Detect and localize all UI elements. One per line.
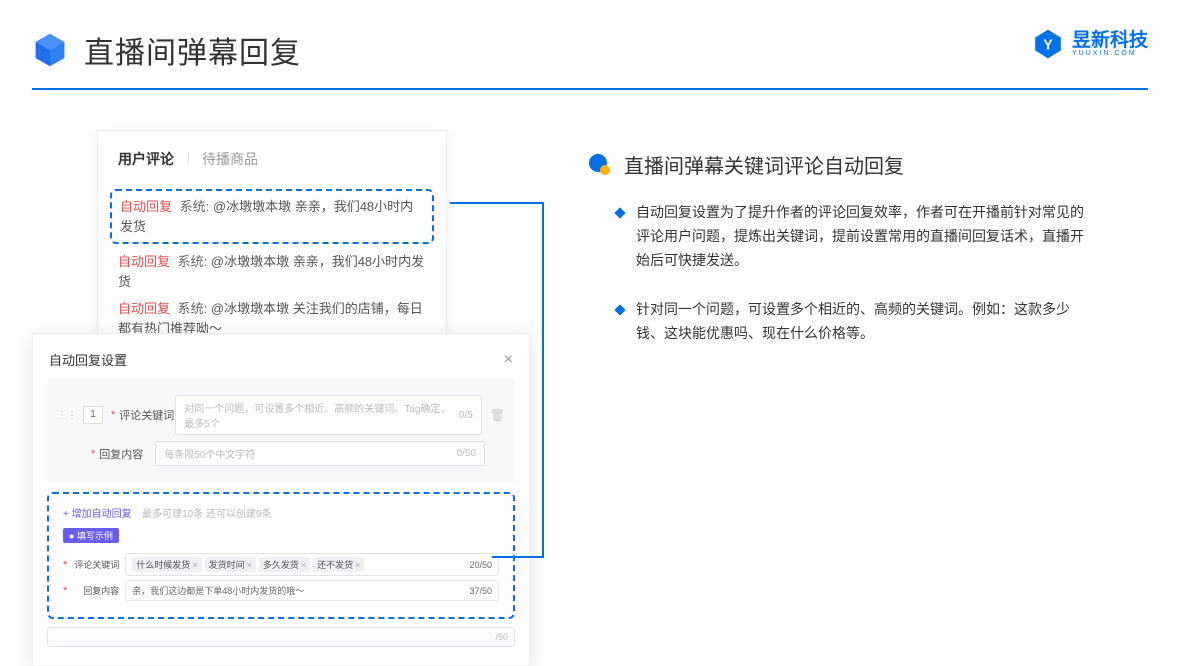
- keyword-chip[interactable]: 什么时候发货×: [132, 557, 201, 572]
- keyword-input[interactable]: 对同一个问题，可设置多个相近、高频的关键词。Tag确定，最多5个 0/5: [175, 395, 481, 435]
- add-hint: 最多可建10条 还可以创建9条: [142, 509, 271, 520]
- tab-products[interactable]: 待播商品: [202, 149, 258, 175]
- comment-row: 自动回复 系统: @冰墩墩本墩 亲亲，我们48小时内发货: [110, 189, 434, 244]
- brand-name: 昱新科技: [1072, 31, 1148, 50]
- example-badge: ● 填写示例: [63, 528, 119, 543]
- add-auto-reply-link[interactable]: + 增加自动回复: [63, 509, 132, 520]
- connector: [492, 556, 544, 558]
- close-icon[interactable]: ×: [504, 351, 513, 369]
- example-keyword-input[interactable]: 什么时候发货×发货时间×多久发货×还不发货× 20/50: [125, 553, 499, 576]
- cube-icon: [32, 32, 68, 68]
- brand-sub: YUUXIN.COM: [1072, 50, 1148, 57]
- right-column: 直播间弹幕关键词评论自动回复 自动回复设置为了提升作者的评论回复效率，作者可在开…: [532, 130, 1148, 666]
- settings-panel: 自动回复设置 × ⋮⋮ 1 * 评论关键词 对同一个问题，可设置多个相近、高频的…: [32, 333, 530, 666]
- auto-reply-tag: 自动回复: [118, 301, 170, 316]
- comments-tabs: 用户评论 待播商品: [118, 149, 426, 175]
- left-column: 用户评论 待播商品 自动回复 系统: @冰墩墩本墩 亲亲，我们48小时内发货自动…: [32, 130, 532, 666]
- bullet-1: 自动回复设置为了提升作者的评论回复效率，作者可在开播前针对常见的评论用户问题，提…: [588, 201, 1148, 272]
- reply-label: 回复内容: [99, 446, 155, 462]
- bullet-2: 针对同一个问题，可设置多个相近的、高频的关键词。例如：这款多少钱、这块能优惠吗、…: [588, 298, 1148, 346]
- keyword-label: 评论关键词: [119, 407, 175, 423]
- diamond-icon: [614, 207, 625, 218]
- row-number: 1: [83, 406, 103, 424]
- keyword-chip[interactable]: 还不发货×: [313, 557, 364, 572]
- svg-text:Y: Y: [1043, 38, 1053, 54]
- section-head: 直播间弹幕关键词评论自动回复: [588, 150, 1148, 179]
- auto-reply-tag: 自动回复: [120, 199, 172, 214]
- section-title: 直播间弹幕关键词评论自动回复: [624, 150, 904, 179]
- keyword-chip[interactable]: 多久发货×: [259, 557, 310, 572]
- example-block: + 增加自动回复 最多可建10条 还可以创建9条 ● 填写示例 * 评论关键词 …: [47, 492, 515, 619]
- keyword-chip[interactable]: 发货时间×: [205, 557, 256, 572]
- header: 直播间弹幕回复 Y 昱新科技 YUUXIN.COM: [0, 0, 1180, 72]
- comment-row: 自动回复 系统: @冰墩墩本墩 亲亲，我们48小时内发货: [118, 252, 426, 291]
- required-mark: *: [91, 448, 95, 460]
- connector: [450, 202, 544, 204]
- brand-icon: Y: [1032, 28, 1064, 60]
- brand-logo: Y 昱新科技 YUUXIN.COM: [1032, 28, 1148, 60]
- reply-input[interactable]: 每条限50个中文字符 0/50: [155, 441, 485, 466]
- example-reply-row: * 回复内容 亲，我们这边都是下单48小时内发货的哦～ 37/50: [63, 580, 499, 601]
- settings-title-row: 自动回复设置 ×: [47, 346, 515, 379]
- auto-reply-tag: 自动回复: [118, 254, 170, 269]
- drag-icon[interactable]: ⋮⋮: [57, 410, 77, 421]
- settings-title: 自动回复设置: [49, 350, 127, 369]
- main: 用户评论 待播商品 自动回复 系统: @冰墩墩本墩 亲亲，我们48小时内发货自动…: [0, 90, 1180, 666]
- example-reply-input[interactable]: 亲，我们这边都是下单48小时内发货的哦～ 37/50: [125, 580, 499, 601]
- diamond-icon: [614, 305, 625, 316]
- trash-icon[interactable]: 🗑: [490, 408, 505, 422]
- example-keyword-row: * 评论关键词 什么时候发货×发货时间×多久发货×还不发货× 20/50: [63, 553, 499, 576]
- required-mark: *: [111, 409, 115, 421]
- comments-card: 用户评论 待播商品 自动回复 系统: @冰墩墩本墩 亲亲，我们48小时内发货自动…: [97, 130, 447, 361]
- form-block: ⋮⋮ 1 * 评论关键词 对同一个问题，可设置多个相近、高频的关键词。Tag确定…: [47, 379, 515, 482]
- page-title: 直播间弹幕回复: [84, 28, 301, 72]
- connector: [542, 202, 544, 556]
- tab-comments[interactable]: 用户评论: [118, 149, 174, 175]
- add-row: + 增加自动回复 最多可建10条 还可以创建9条: [63, 504, 499, 522]
- bubble-icon: [588, 153, 612, 177]
- ghost-box: /50: [47, 627, 515, 647]
- form-row-reply: * 回复内容 每条限50个中文字符 0/50: [57, 441, 505, 466]
- form-row-keyword: ⋮⋮ 1 * 评论关键词 对同一个问题，可设置多个相近、高频的关键词。Tag确定…: [57, 395, 505, 435]
